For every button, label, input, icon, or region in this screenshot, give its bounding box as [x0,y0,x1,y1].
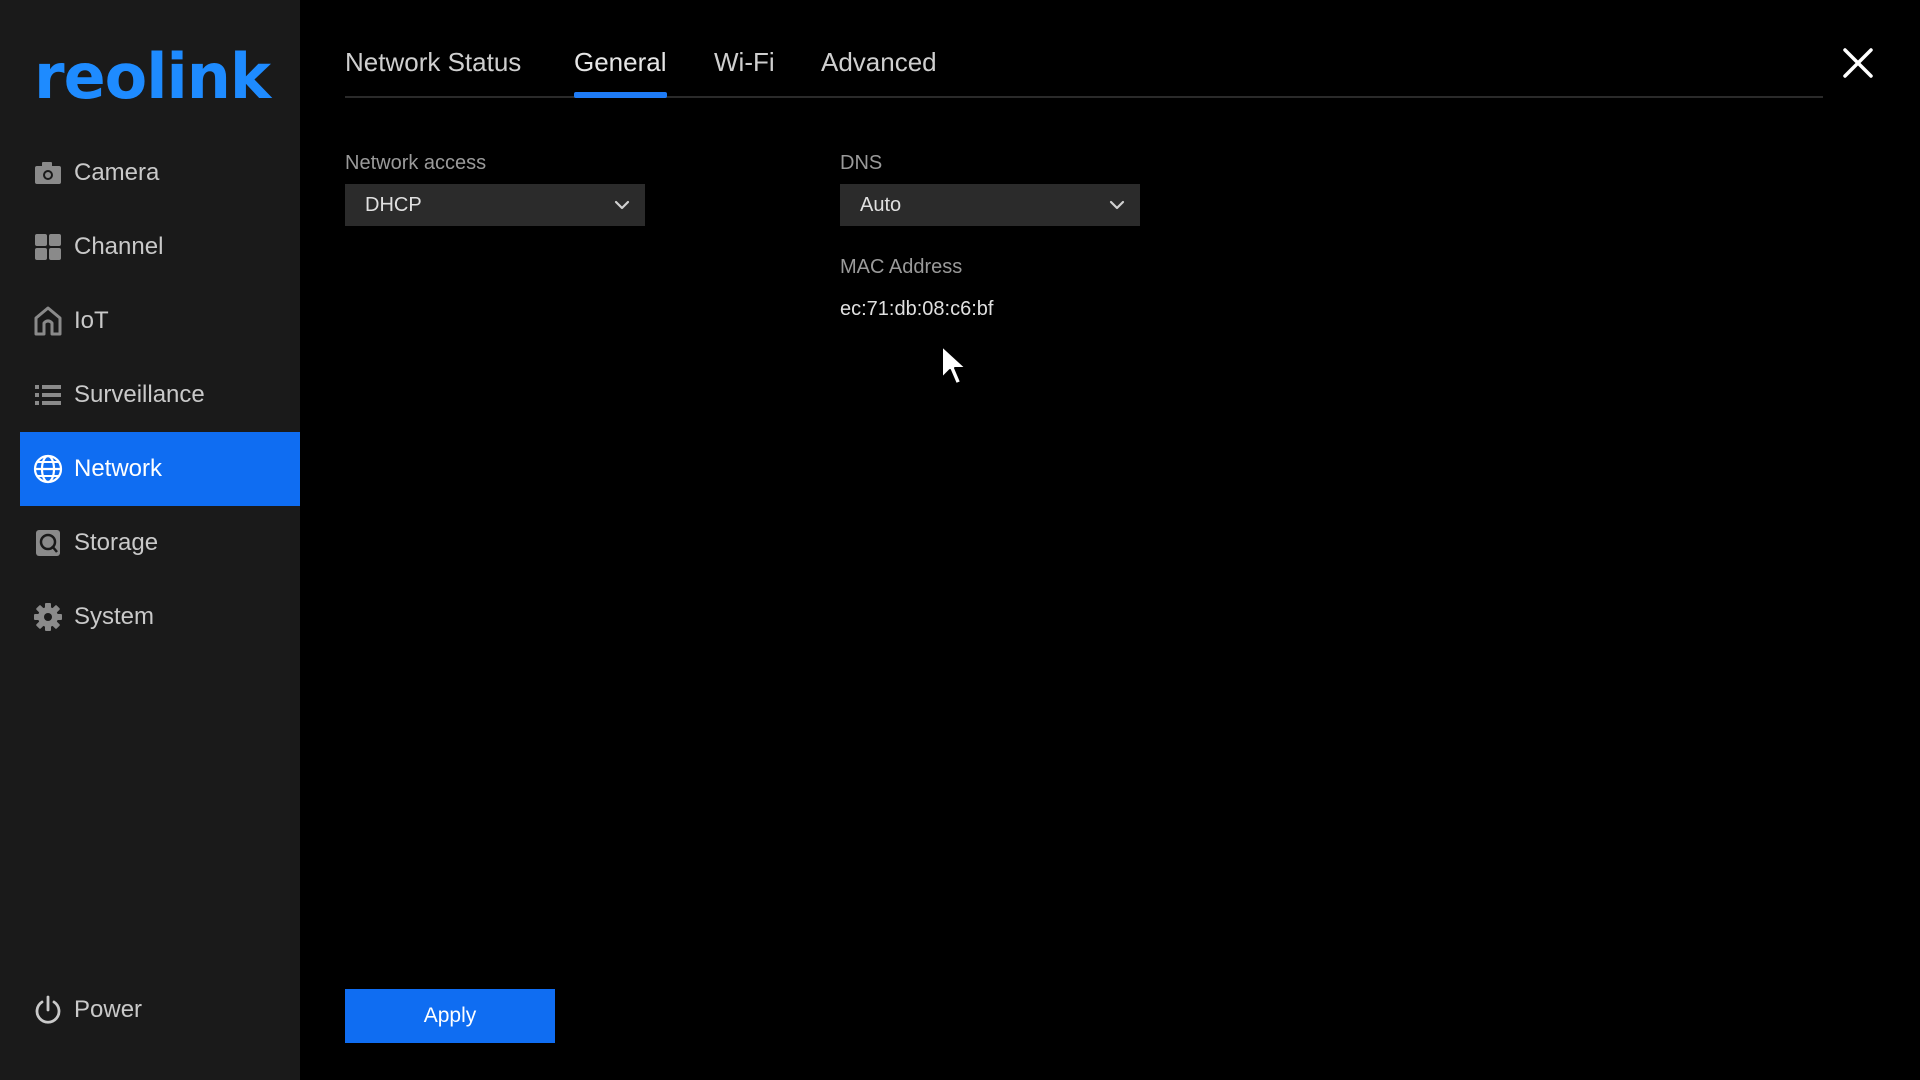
power-icon [32,994,64,1026]
sidebar-item-label: Network [74,455,163,482]
apply-button[interactable]: Apply [345,989,555,1043]
tab-network-status[interactable]: Network Status [345,40,521,96]
sidebar-item-label: Storage [74,529,159,556]
gear-icon [32,601,64,633]
chevron-down-icon [613,196,631,214]
mac-address-label: MAC Address [840,256,963,278]
sidebar: reolink Camera Channel IoT Surveillance … [0,0,300,1080]
tab-wifi[interactable]: Wi-Fi [714,40,775,96]
tab-bar: Network Status General Wi-Fi Advanced [345,40,1823,98]
network-access-select[interactable]: DHCP [345,184,645,226]
dns-label: DNS [840,152,883,174]
chevron-down-icon [1108,196,1126,214]
network-access-label: Network access [345,152,487,174]
dns-value: Auto [860,193,902,216]
tab-advanced[interactable]: Advanced [821,40,937,96]
network-access-value: DHCP [365,193,422,216]
storage-icon [32,527,64,559]
sidebar-nav: Camera Channel IoT Surveillance Network … [20,136,300,654]
sidebar-item-surveillance[interactable]: Surveillance [20,358,300,432]
sidebar-item-channel[interactable]: Channel [20,210,300,284]
dns-select[interactable]: Auto [840,184,1140,226]
list-icon [32,379,64,411]
sidebar-item-label: IoT [74,307,109,334]
sidebar-item-storage[interactable]: Storage [20,506,300,580]
sidebar-item-label: System [74,603,155,630]
sidebar-item-label: Channel [74,233,164,260]
app-window: reolink Camera Channel IoT Surveillance … [0,0,1920,1080]
camera-icon [32,157,64,189]
sidebar-item-camera[interactable]: Camera [20,136,300,210]
main-panel: Network Status General Wi-Fi Advanced Ne… [300,0,1920,1080]
grid-icon [32,231,64,263]
sidebar-item-iot[interactable]: IoT [20,284,300,358]
sidebar-item-network[interactable]: Network [20,432,300,506]
tab-general[interactable]: General [574,40,667,98]
sidebar-item-label: Surveillance [74,381,205,408]
home-icon [32,305,64,337]
logo-text: reolink [34,40,271,113]
mouse-cursor-icon [940,344,970,388]
close-button[interactable] [1840,45,1876,81]
close-icon [1843,48,1873,78]
power-label: Power [74,996,143,1023]
sidebar-item-label: Camera [74,159,160,186]
reolink-logo: reolink [34,42,271,112]
globe-icon [32,453,64,485]
sidebar-item-system[interactable]: System [20,580,300,654]
mac-address-value: ec:71:db:08:c6:bf [840,298,994,320]
power-button[interactable]: Power [32,994,142,1026]
